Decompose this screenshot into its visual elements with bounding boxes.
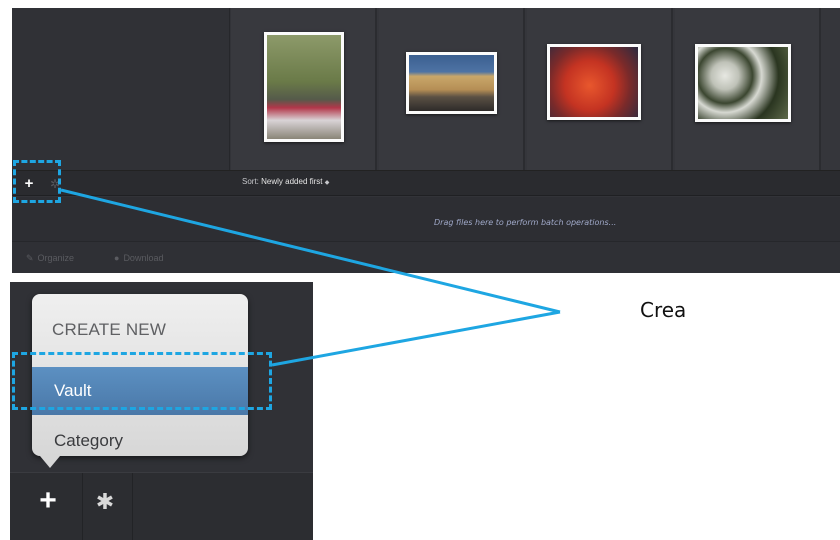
toolbar-divider	[132, 473, 133, 540]
organize-button[interactable]: ✎ Organize	[26, 253, 74, 264]
thumbnail-tools-on-table[interactable]	[264, 32, 344, 142]
toolbar-divider	[82, 473, 83, 540]
sidebar-panel	[12, 8, 230, 170]
sort-label: Sort:	[242, 177, 259, 186]
bottom-action-bar: ✎ Organize ● Download	[12, 241, 840, 273]
thumbnail-grid	[231, 8, 840, 170]
zoomed-toolbar: + ✱	[10, 472, 313, 540]
popup-pointer	[40, 456, 60, 468]
photo-tools-on-table	[267, 35, 341, 139]
organize-label: Organize	[37, 253, 75, 263]
callout-label: Crea	[640, 298, 687, 322]
download-button[interactable]: ● Download	[114, 253, 163, 263]
sort-dropdown-icon[interactable]: ◆	[325, 180, 330, 186]
thumbnail-crawfish-plate[interactable]	[547, 44, 641, 120]
photo-building-exterior	[409, 55, 494, 111]
download-icon: ●	[114, 253, 120, 263]
sort-value[interactable]: Newly added first	[261, 177, 322, 186]
sort-control[interactable]: Sort: Newly added first ◆	[242, 177, 329, 186]
download-label: Download	[123, 253, 164, 263]
drop-zone-text: Drag files here to perform batch operati…	[434, 218, 617, 227]
library-screenshot: + ✲ Sort: Newly added first ◆ Drag files…	[12, 8, 840, 273]
gear-icon[interactable]: ✱	[88, 485, 122, 519]
zoomed-create-menu-screenshot: CREATE NEW Vault Category + ✱	[10, 282, 313, 540]
batch-drop-zone[interactable]: Drag files here to perform batch operati…	[12, 197, 840, 241]
highlight-add-button	[13, 160, 61, 203]
thumbnail-white-flowers[interactable]	[695, 44, 791, 122]
add-icon[interactable]: +	[34, 486, 62, 516]
pencil-icon: ✎	[26, 253, 34, 263]
thumbnail-building-exterior[interactable]	[406, 52, 497, 114]
library-toolbar: + ✲ Sort: Newly added first ◆	[12, 170, 840, 196]
thumbnail-tile[interactable]	[527, 8, 673, 170]
thumbnail-tile[interactable]	[379, 8, 525, 170]
thumbnail-tile[interactable]	[231, 8, 377, 170]
popup-header: CREATE NEW	[52, 320, 167, 339]
menu-item-category[interactable]: Category	[54, 431, 123, 451]
thumbnail-tile[interactable]	[675, 8, 821, 170]
callout-line-bottom	[271, 310, 561, 367]
highlight-vault-item	[12, 352, 272, 410]
photo-crawfish-plate	[550, 47, 638, 117]
photo-white-flowers	[698, 47, 788, 119]
